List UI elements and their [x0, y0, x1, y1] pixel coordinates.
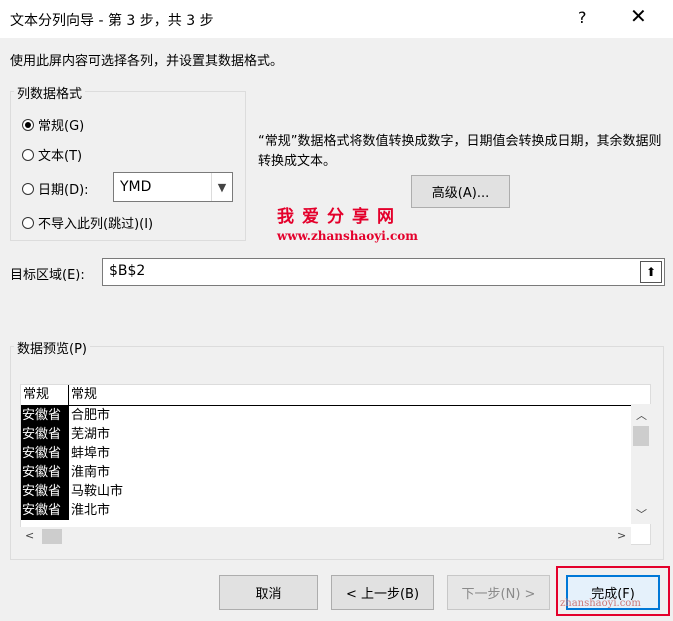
preview-cell: 淮南市 [71, 465, 111, 480]
radio-skip-label: 不导入此列(跳过)(I) [38, 217, 154, 232]
preview-table[interactable]: 常规 常规 安徽省 合肥市 安徽省 芜湖市 安徽省 蚌埠市 安徽省 淮南市 安徽… [20, 384, 651, 545]
scroll-down-icon[interactable]: ﹀ [636, 506, 647, 522]
preview-label: 数据预览(P) [14, 338, 90, 357]
radio-date-indicator[interactable] [22, 182, 34, 195]
preview-header[interactable]: 常规 常规 [21, 385, 632, 406]
back-button[interactable]: < 上一步(B) [331, 575, 434, 610]
radio-skip-indicator[interactable] [22, 216, 34, 229]
radio-text-indicator[interactable] [22, 148, 34, 161]
preview-cell: 安徽省 [21, 444, 69, 463]
table-row: 安徽省 马鞍山市 [21, 482, 123, 501]
preview-cell: 合肥市 [71, 408, 111, 423]
format-info-text: “常规”数据格式将数值转换成数字，日期值会转换成日期，其余数据则转换成文本。 [258, 134, 662, 169]
radio-skip[interactable]: 不导入此列(跳过)(I) [22, 213, 153, 232]
chevron-down-icon[interactable]: ▼ [211, 173, 232, 201]
radio-general-label: 常规(G) [38, 119, 85, 134]
advanced-button[interactable]: 高级(A)... [411, 175, 510, 208]
watermark-title: 我爱分享网 [277, 207, 402, 227]
preview-cell: 安徽省 [21, 463, 69, 482]
radio-date-label: 日期(D): [38, 183, 89, 198]
radio-date[interactable]: 日期(D): [22, 179, 89, 198]
scroll-up-icon[interactable]: ︿ [636, 407, 647, 423]
radio-general-indicator[interactable] [22, 118, 34, 131]
table-row: 安徽省 芜湖市 [21, 425, 110, 444]
watermark-url: www.zhanshaoyi.com [277, 229, 418, 243]
help-button[interactable]: ? [578, 8, 587, 27]
preview-cell: 马鞍山市 [71, 484, 124, 499]
table-row: 安徽省 合肥市 [21, 406, 110, 425]
date-format-select[interactable]: YMD ▼ [113, 172, 233, 202]
vertical-scroll-thumb[interactable] [633, 426, 649, 446]
step-description: 使用此屏内容可选择各列，并设置其数据格式。 [10, 54, 284, 69]
preview-header-col-1[interactable]: 常规 [21, 385, 69, 405]
preview-cell: 安徽省 [21, 406, 69, 425]
horizontal-scroll-thumb[interactable] [42, 529, 62, 544]
table-row: 安徽省 淮北市 [21, 501, 110, 520]
radio-general[interactable]: 常规(G) [22, 115, 84, 134]
cancel-button[interactable]: 取消 [219, 575, 318, 610]
preview-cell: 芜湖市 [71, 427, 111, 442]
target-value: $B$2 [109, 263, 146, 279]
watermark-footer: zhanshaoyi.com [560, 598, 641, 609]
preview-cell: 蚌埠市 [71, 446, 111, 461]
scroll-right-icon[interactable]: > [617, 529, 626, 542]
preview-cell: 淮北市 [71, 503, 111, 518]
preview-cell: 安徽省 [21, 501, 69, 520]
close-button[interactable]: ✕ [630, 6, 647, 26]
window-title: 文本分列向导 - 第 3 步，共 3 步 [10, 13, 214, 29]
preview-header-col-2[interactable]: 常规 [69, 385, 97, 405]
preview-cell: 安徽省 [21, 482, 69, 501]
radio-text-label: 文本(T) [38, 149, 83, 164]
table-row: 安徽省 淮南市 [21, 463, 110, 482]
radio-text[interactable]: 文本(T) [22, 145, 82, 164]
target-label: 目标区域(E): [10, 268, 85, 283]
date-format-value: YMD [120, 179, 152, 195]
preview-cell: 安徽省 [21, 425, 69, 444]
collapse-dialog-icon[interactable]: ⬆ [640, 261, 662, 283]
next-button: 下一步(N) > [447, 575, 550, 610]
horizontal-scrollbar[interactable] [20, 527, 631, 545]
table-row: 安徽省 蚌埠市 [21, 444, 110, 463]
scroll-left-icon[interactable]: < [25, 529, 34, 542]
column-format-label: 列数据格式 [14, 83, 86, 102]
target-input[interactable]: $B$2 ⬆ [102, 258, 665, 286]
